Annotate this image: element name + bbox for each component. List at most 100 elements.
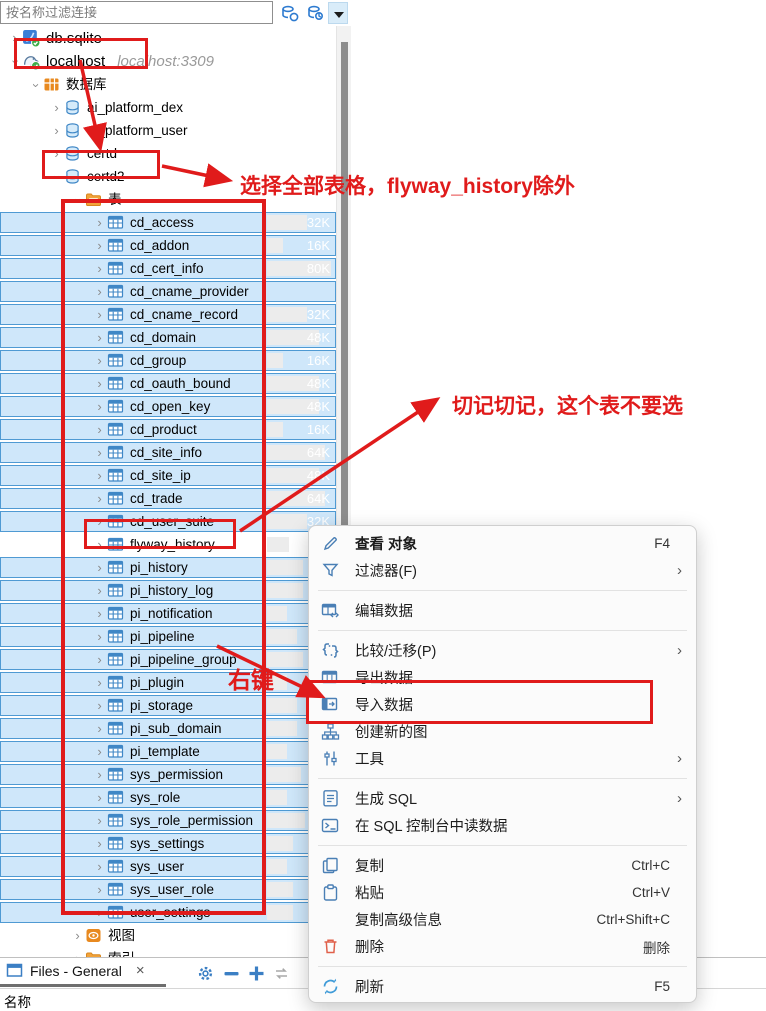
size-label: 16K xyxy=(267,351,333,370)
submenu-chevron-icon: › xyxy=(670,790,682,807)
connect-db-icon[interactable] xyxy=(280,3,300,23)
gear-icon[interactable] xyxy=(196,964,215,983)
edit-data-icon xyxy=(321,601,340,620)
menu-item[interactable]: 工具 › xyxy=(309,745,696,772)
sync-icon[interactable] xyxy=(272,964,291,983)
node-label: ai_platform_dex xyxy=(87,100,183,115)
window-icon xyxy=(6,962,23,979)
size-bar xyxy=(267,744,287,759)
annotation-box-certd2 xyxy=(42,150,160,179)
menu-item-shortcut: F5 xyxy=(654,979,670,994)
tree-row[interactable]: ›索引 xyxy=(0,948,336,957)
expander-icon[interactable]: › xyxy=(27,78,46,93)
disconnect-db-icon[interactable] xyxy=(306,3,326,23)
submenu-chevron-icon: › xyxy=(670,562,682,579)
refresh-icon xyxy=(321,977,340,996)
size-bar xyxy=(267,721,297,736)
tree-row[interactable]: ›数据库 xyxy=(0,74,336,95)
annotation-box-table-list xyxy=(61,199,266,915)
db-icon xyxy=(64,99,81,116)
submenu-chevron-icon: › xyxy=(670,750,682,767)
size-bar xyxy=(267,537,289,552)
view-icon xyxy=(85,927,102,944)
size-bar xyxy=(267,698,297,713)
annotation-box-localhost xyxy=(14,38,148,69)
menu-item-label: 复制高级信息 xyxy=(355,909,596,930)
menu-item[interactable]: 过滤器(F) › xyxy=(309,557,696,584)
menu-separator xyxy=(318,778,687,779)
expander-icon[interactable]: › xyxy=(70,926,85,945)
paste-icon xyxy=(321,883,340,902)
node-label: 视图 xyxy=(108,928,135,943)
size-label: 80K xyxy=(267,259,333,278)
active-tab-indicator xyxy=(0,984,166,987)
size-bar xyxy=(267,905,293,920)
menu-item[interactable]: 复制 Ctrl+C › xyxy=(309,852,696,879)
size-bar xyxy=(267,560,303,575)
menu-item-label: 生成 SQL xyxy=(355,788,670,809)
expander-icon[interactable]: › xyxy=(70,949,85,957)
menu-item[interactable]: 生成 SQL › xyxy=(309,785,696,812)
menu-item[interactable]: 复制高级信息 Ctrl+Shift+C › xyxy=(309,906,696,933)
size-bar xyxy=(267,629,297,644)
menu-item-label: 编辑数据 xyxy=(355,600,670,621)
expand-icon[interactable] xyxy=(247,964,266,983)
submenu-chevron-icon: › xyxy=(670,642,682,659)
size-label: 64K xyxy=(267,443,333,462)
pen-icon xyxy=(321,534,340,553)
menu-item[interactable]: 查看 对象 F4 › xyxy=(309,530,696,557)
tree-row[interactable]: › 视图 xyxy=(0,925,336,946)
db-icon xyxy=(64,122,81,139)
connection-filter-input[interactable] xyxy=(0,1,273,24)
menu-item-shortcut: 删除 xyxy=(643,937,670,957)
menu-item-shortcut: Ctrl+Shift+C xyxy=(596,912,670,927)
size-label: 48K xyxy=(267,466,333,485)
menu-item[interactable]: 粘贴 Ctrl+V › xyxy=(309,879,696,906)
size-label: 32K xyxy=(267,213,333,232)
size-bar xyxy=(267,606,287,621)
size-label: 48K xyxy=(267,397,333,416)
size-bar xyxy=(267,767,301,782)
menu-item-label: 复制 xyxy=(355,855,631,876)
tab-files-general[interactable]: Files - General × xyxy=(6,962,145,979)
annotation-warning-text: 切记切记，这个表不要选 xyxy=(452,390,683,420)
size-label: 48K xyxy=(267,328,333,347)
trash-icon xyxy=(321,937,340,956)
menu-item[interactable]: 编辑数据 › xyxy=(309,597,696,624)
expander-icon[interactable]: › xyxy=(49,121,64,140)
size-label: 16K xyxy=(267,420,333,439)
menu-item-label: 刷新 xyxy=(355,976,654,997)
copy-icon xyxy=(321,856,340,875)
menu-item-label: 在 SQL 控制台中读数据 xyxy=(355,815,670,836)
tree-row[interactable]: ›ai_platform_user xyxy=(0,120,336,141)
collapse-icon[interactable] xyxy=(222,964,241,983)
expander-icon[interactable]: › xyxy=(49,98,64,117)
close-icon[interactable]: × xyxy=(136,962,145,979)
menu-item-shortcut: Ctrl+V xyxy=(632,885,670,900)
toolbar-dropdown-button[interactable] xyxy=(328,2,348,24)
menu-separator xyxy=(318,630,687,631)
menu-item[interactable]: 刷新 F5 › xyxy=(309,973,696,1000)
console-icon xyxy=(321,816,340,835)
size-label: 64K xyxy=(267,489,333,508)
folder-icon xyxy=(85,950,102,957)
annotation-box-import-data xyxy=(306,680,653,724)
menu-item-label: 粘贴 xyxy=(355,882,632,903)
tree-row[interactable]: › ai_platform_dex xyxy=(0,97,336,118)
menu-item[interactable]: 比较/迁移(P) › xyxy=(309,637,696,664)
menu-item[interactable]: 删除 删除 › xyxy=(309,933,696,960)
menu-item-shortcut: Ctrl+C xyxy=(631,858,670,873)
menu-item-label: 删除 xyxy=(355,936,643,957)
filter-icon xyxy=(321,561,340,580)
size-bar xyxy=(267,836,293,851)
menu-item-label: 过滤器(F) xyxy=(355,560,670,581)
tab-label: Files - General xyxy=(30,963,122,979)
menu-separator xyxy=(318,966,687,967)
menu-item[interactable]: 在 SQL 控制台中读数据 › xyxy=(309,812,696,839)
size-bar xyxy=(267,859,287,874)
name-column-header: 名称 xyxy=(4,991,31,1011)
size-label: 32K xyxy=(267,305,333,324)
diagram-icon xyxy=(321,722,340,741)
chevron-down-icon xyxy=(334,12,344,18)
context-menu: 查看 对象 F4 › 过滤器(F) › 编辑数据 › 比较/迁移(P) › 导出… xyxy=(308,525,697,1003)
